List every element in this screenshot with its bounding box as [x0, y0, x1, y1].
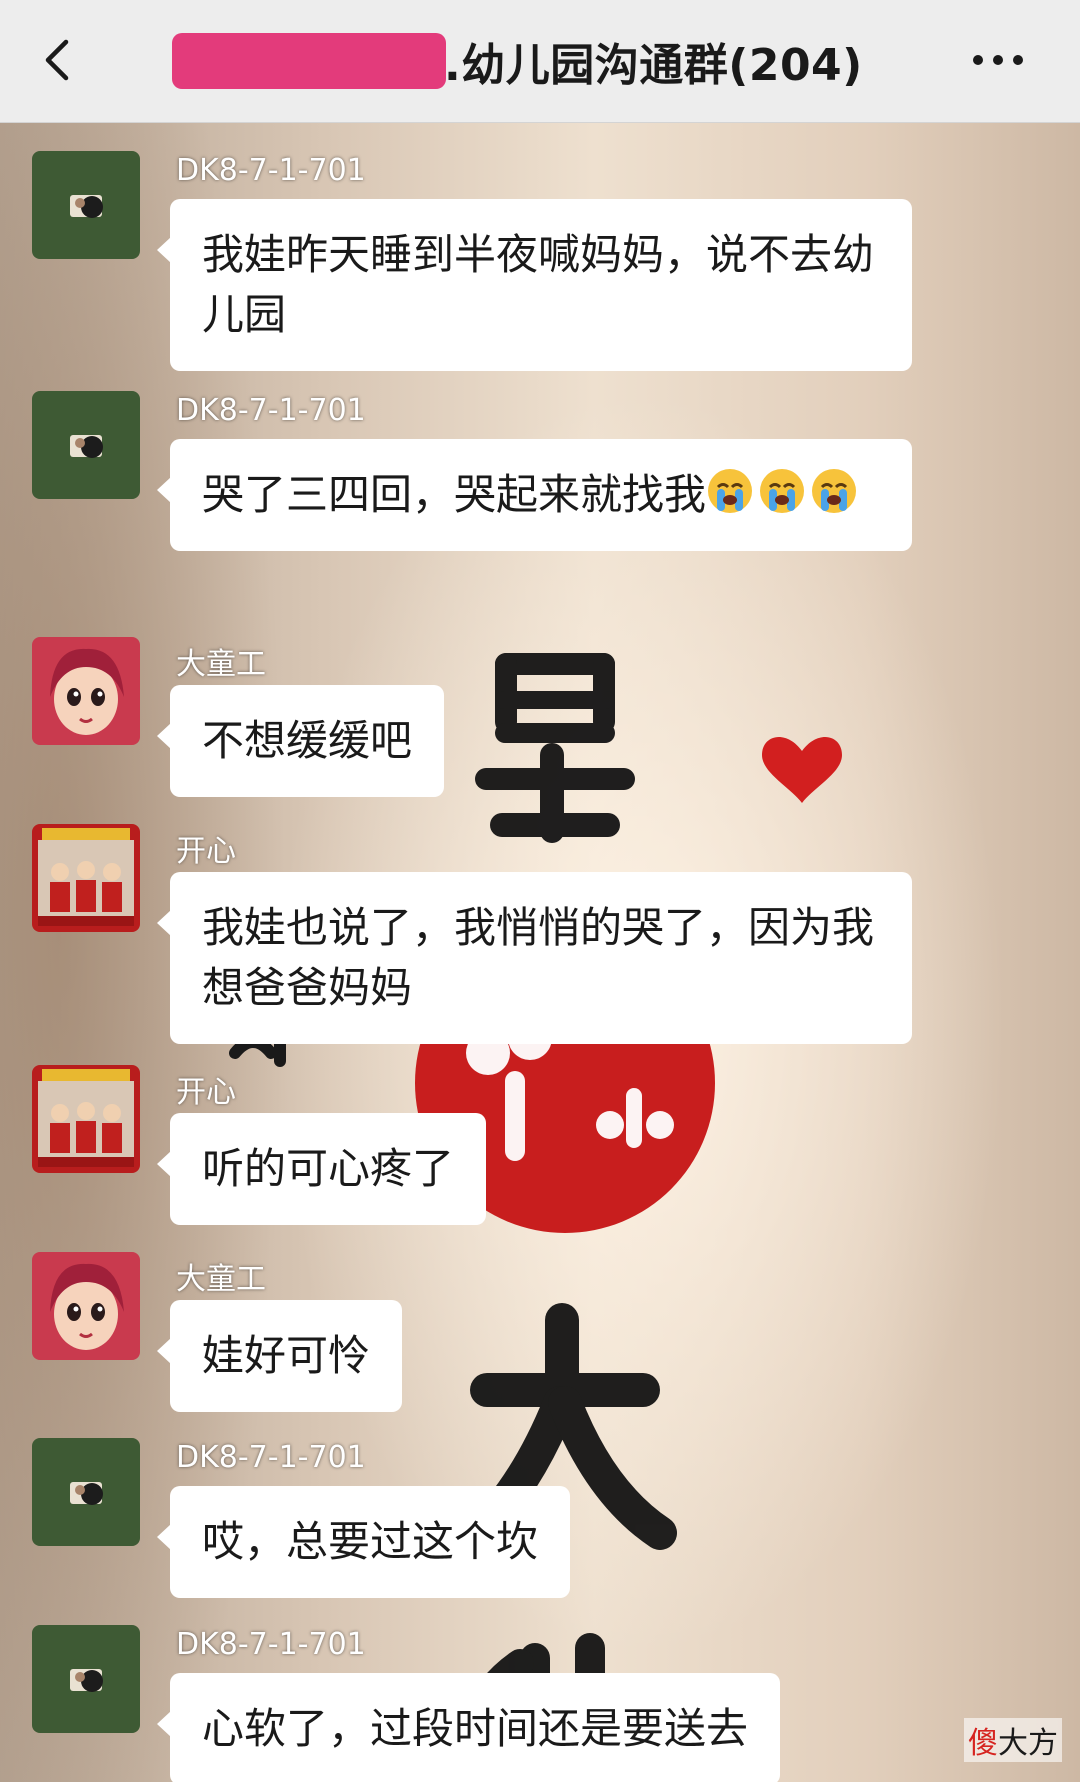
sender-name: 开心 — [176, 1075, 236, 1110]
sender-name: DK8-7-1-701 — [176, 153, 366, 188]
redaction-block — [172, 33, 446, 89]
message-text: 哭了三四回，哭起来就找我 — [202, 470, 707, 519]
sender-name: 大童工 — [176, 647, 266, 682]
watermark-first-char: 傻 — [968, 1726, 998, 1761]
photo-avatar-icon[interactable] — [32, 391, 140, 499]
crying-face-emoji — [760, 469, 805, 513]
cartoon-girl-avatar-icon[interactable] — [32, 1252, 140, 1360]
back-button[interactable] — [30, 30, 90, 90]
chat-header: .幼儿园沟通群(204) — [0, 0, 1080, 123]
sender-name: 开心 — [176, 834, 236, 869]
group-title-text: .幼儿园沟通群(204) — [444, 40, 863, 91]
message-text: 不想缓缓吧 — [202, 716, 413, 765]
message-bubble[interactable]: 娃好可怜 — [156, 1300, 403, 1412]
sender-name: DK8-7-1-701 — [176, 1627, 366, 1662]
new-year-photo-avatar-icon[interactable] — [32, 1065, 140, 1173]
message-text: 哎，总要过这个坎 — [202, 1517, 539, 1566]
chevron-left-icon — [45, 39, 69, 81]
message-text: 娃好可怜 — [202, 1331, 371, 1380]
message-bubble[interactable]: 心软了，过段时间还是要送去 — [156, 1673, 781, 1782]
message-text: 心软了，过段时间还是要送去 — [202, 1704, 749, 1753]
crying-face-emoji — [708, 469, 753, 513]
message-bubble[interactable]: 我娃也说了，我悄悄的哭了，因为我想爸爸妈妈 — [157, 872, 912, 1044]
message-bubble[interactable]: 听的可心疼了 — [156, 1113, 487, 1225]
message-text: 我娃也说了，我悄悄的哭了，因为我想爸爸妈妈 — [202, 903, 875, 1012]
sender-name: DK8-7-1-701 — [176, 1440, 366, 1475]
watermark: 傻大方 — [964, 1718, 1062, 1762]
message-bubble[interactable]: 哎，总要过这个坎 — [156, 1486, 571, 1598]
sender-name: 大童工 — [176, 1262, 266, 1297]
message-bubble[interactable]: 不想缓缓吧 — [156, 685, 445, 797]
more-dots-icon — [973, 55, 1023, 65]
message-text: 听的可心疼了 — [202, 1144, 455, 1193]
watermark-rest: 大方 — [998, 1726, 1058, 1761]
photo-avatar-icon[interactable] — [32, 151, 140, 259]
photo-avatar-icon[interactable] — [32, 1438, 140, 1546]
new-year-photo-avatar-icon[interactable] — [32, 824, 140, 932]
sender-name: DK8-7-1-701 — [176, 393, 366, 428]
message-bubble[interactable]: 哭了三四回，哭起来就找我 — [157, 439, 912, 551]
message-text: 我娃昨天睡到半夜喊妈妈，说不去幼儿园 — [202, 230, 875, 339]
message-bubble[interactable]: 我娃昨天睡到半夜喊妈妈，说不去幼儿园 — [157, 199, 912, 371]
chat-background: DK8-7-1-701 我娃昨天睡到半夜喊妈妈，说不去幼儿园 DK8-7-1-7… — [0, 123, 1080, 1782]
crying-face-emoji — [812, 469, 857, 513]
photo-avatar-icon[interactable] — [32, 1625, 140, 1733]
cartoon-girl-avatar-icon[interactable] — [32, 637, 140, 745]
more-options-button[interactable] — [966, 42, 1030, 78]
group-title: .幼儿园沟通群(204) — [172, 26, 863, 96]
